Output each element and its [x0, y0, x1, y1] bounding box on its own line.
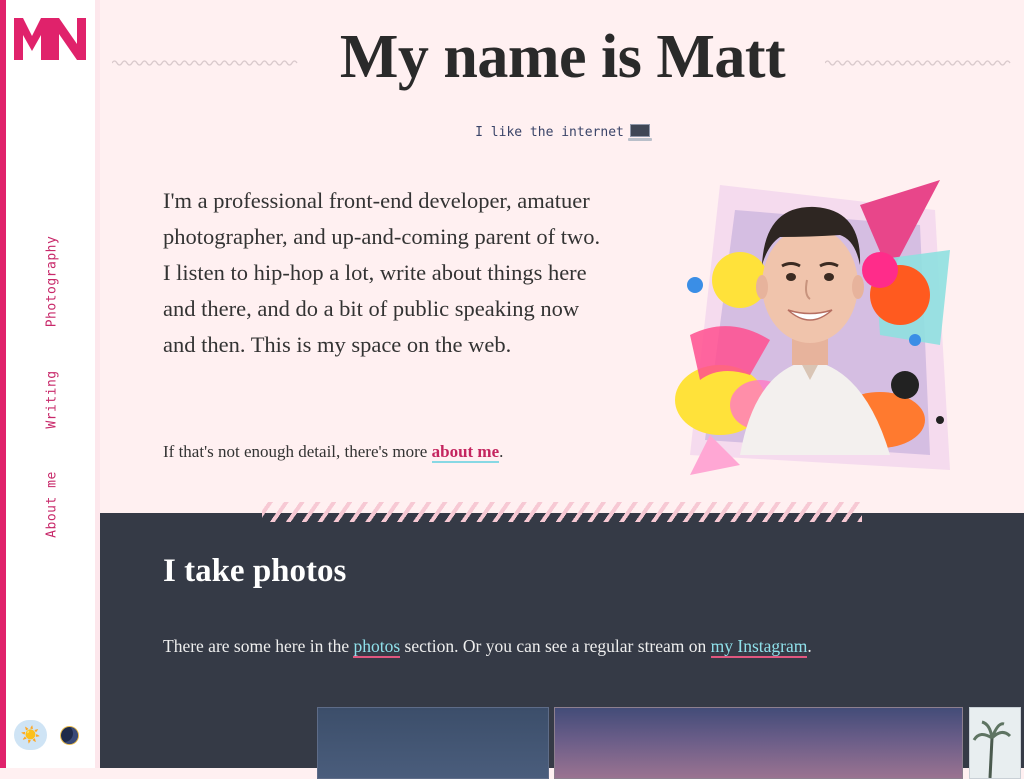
title-wavy-divider-left: [112, 60, 298, 66]
nav-writing[interactable]: Writing: [45, 370, 60, 428]
photo-thumbnail[interactable]: [969, 707, 1021, 779]
title-wavy-divider-right: [825, 60, 1011, 66]
dark-theme-button[interactable]: [58, 724, 80, 746]
nav-about-me[interactable]: About me: [45, 471, 60, 538]
photo-thumbnail[interactable]: [554, 707, 963, 779]
photo-thumbnail[interactable]: [317, 707, 549, 779]
nav-photography[interactable]: Photography: [45, 236, 60, 328]
striped-divider: [262, 502, 862, 522]
page-title: My name is Matt: [339, 23, 786, 91]
tagline: I like the internet: [400, 124, 725, 141]
tagline-text: I like the internet: [475, 125, 624, 140]
about-me-link[interactable]: about me: [431, 442, 500, 463]
photos-description: There are some here in the photos sectio…: [163, 636, 812, 658]
sidebar: MN Photography Writing About me ☀️: [0, 0, 100, 768]
laptop-icon: [627, 124, 652, 141]
sidebar-accent-bar: [0, 0, 6, 768]
photos-heading: I take photos: [163, 553, 347, 589]
intro-paragraph: I'm a professional front-end developer, …: [163, 188, 601, 357]
photos-link[interactable]: photos: [353, 636, 401, 658]
sun-icon: ☀️: [20, 727, 41, 744]
more-detail-line: If that's not enough detail, there's mor…: [163, 442, 504, 463]
moon-icon: [60, 726, 78, 744]
profile-portrait: [675, 180, 950, 475]
instagram-link[interactable]: my Instagram: [710, 636, 808, 658]
site-logo[interactable]: MN: [14, 18, 86, 60]
light-theme-button[interactable]: ☀️: [14, 720, 47, 750]
